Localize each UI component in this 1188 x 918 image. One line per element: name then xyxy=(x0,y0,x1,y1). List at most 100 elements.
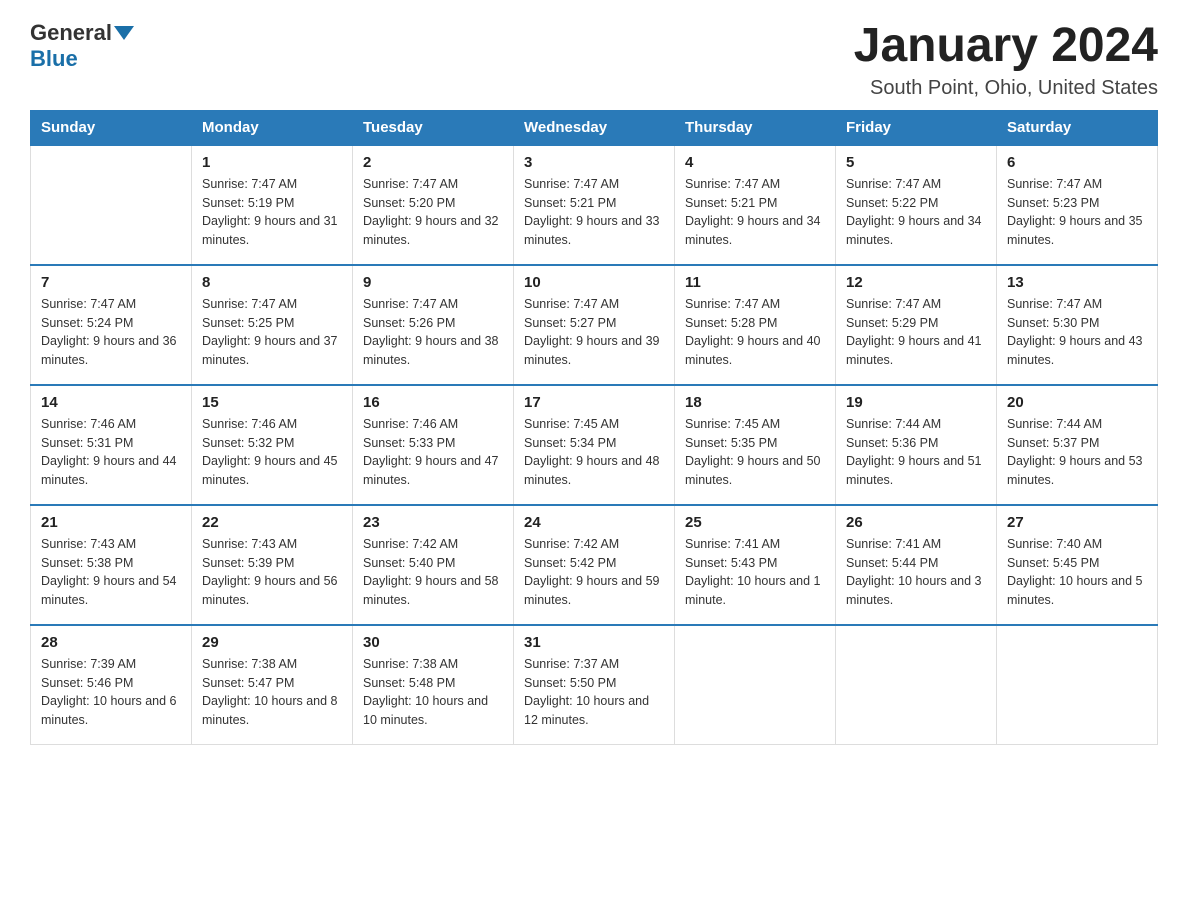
calendar-day-2: 2Sunrise: 7:47 AMSunset: 5:20 PMDaylight… xyxy=(353,145,514,265)
calendar-day-14: 14Sunrise: 7:46 AMSunset: 5:31 PMDayligh… xyxy=(31,385,192,505)
day-number: 24 xyxy=(524,514,664,531)
day-info: Sunrise: 7:46 AMSunset: 5:32 PMDaylight:… xyxy=(202,415,342,490)
day-info: Sunrise: 7:47 AMSunset: 5:29 PMDaylight:… xyxy=(846,295,986,370)
calendar-day-6: 6 Sunrise: 7:47 AMSunset: 5:23 PMDaylight… xyxy=(997,145,1158,265)
day-info: Sunrise: 7:38 AMSunset: 5:48 PMDaylight:… xyxy=(363,655,503,730)
calendar-day-8: 8 Sunrise: 7:47 AMSunset: 5:25 PMDaylight… xyxy=(192,265,353,385)
logo-blue-text: Blue xyxy=(30,46,78,72)
weekday-header-thursday: Thursday xyxy=(675,110,836,145)
day-number: 29 xyxy=(202,634,342,651)
calendar-day-17: 17Sunrise: 7:45 AMSunset: 5:34 PMDayligh… xyxy=(514,385,675,505)
calendar-day-29: 29 Sunrise: 7:38 AMSunset: 5:47 PMDayligh… xyxy=(192,625,353,745)
calendar-day-25: 25 Sunrise: 7:41 AMSunset: 5:43 PMDayligh… xyxy=(675,505,836,625)
day-info: Sunrise: 7:47 AMSunset: 5:21 PMDaylight:… xyxy=(524,175,664,250)
day-number: 23 xyxy=(363,514,503,531)
day-info: Sunrise: 7:47 AMSunset: 5:25 PMDaylight:… xyxy=(202,295,342,370)
calendar-day-27: 27 Sunrise: 7:40 AMSunset: 5:45 PMDayligh… xyxy=(997,505,1158,625)
day-info: Sunrise: 7:42 AMSunset: 5:42 PMDaylight:… xyxy=(524,535,664,610)
calendar-day-5: 5 Sunrise: 7:47 AMSunset: 5:22 PMDaylight… xyxy=(836,145,997,265)
day-number: 21 xyxy=(41,514,181,531)
day-number: 13 xyxy=(1007,274,1147,291)
day-info: Sunrise: 7:47 AMSunset: 5:28 PMDaylight:… xyxy=(685,295,825,370)
calendar-day-18: 18 Sunrise: 7:45 AMSunset: 5:35 PMDayligh… xyxy=(675,385,836,505)
day-info: Sunrise: 7:44 AMSunset: 5:37 PMDaylight:… xyxy=(1007,415,1147,490)
day-number: 15 xyxy=(202,394,342,411)
day-info: Sunrise: 7:45 AMSunset: 5:35 PMDaylight:… xyxy=(685,415,825,490)
day-info: Sunrise: 7:45 AMSunset: 5:34 PMDaylight:… xyxy=(524,415,664,490)
day-info: Sunrise: 7:41 AMSunset: 5:43 PMDaylight:… xyxy=(685,535,825,610)
day-info: Sunrise: 7:37 AMSunset: 5:50 PMDaylight:… xyxy=(524,655,664,730)
day-info: Sunrise: 7:47 AMSunset: 5:23 PMDaylight:… xyxy=(1007,175,1147,250)
day-number: 20 xyxy=(1007,394,1147,411)
day-info: Sunrise: 7:38 AMSunset: 5:47 PMDaylight:… xyxy=(202,655,342,730)
calendar-day-15: 15 Sunrise: 7:46 AMSunset: 5:32 PMDayligh… xyxy=(192,385,353,505)
day-info: Sunrise: 7:42 AMSunset: 5:40 PMDaylight:… xyxy=(363,535,503,610)
logo-arrow-icon xyxy=(114,26,134,40)
calendar-day-11: 11 Sunrise: 7:47 AMSunset: 5:28 PMDayligh… xyxy=(675,265,836,385)
day-info: Sunrise: 7:39 AMSunset: 5:46 PMDaylight:… xyxy=(41,655,181,730)
calendar-day-23: 23 Sunrise: 7:42 AMSunset: 5:40 PMDayligh… xyxy=(353,505,514,625)
weekday-header-sunday: Sunday xyxy=(31,110,192,145)
calendar-day-19: 19 Sunrise: 7:44 AMSunset: 5:36 PMDayligh… xyxy=(836,385,997,505)
day-info: Sunrise: 7:46 AMSunset: 5:31 PMDaylight:… xyxy=(41,415,181,490)
weekday-header-monday: Monday xyxy=(192,110,353,145)
calendar-day-26: 26 Sunrise: 7:41 AMSunset: 5:44 PMDayligh… xyxy=(836,505,997,625)
page-subtitle: South Point, Ohio, United States xyxy=(854,77,1158,100)
logo: General Blue xyxy=(30,20,136,72)
day-number: 16 xyxy=(363,394,503,411)
day-number: 27 xyxy=(1007,514,1147,531)
calendar-empty-cell xyxy=(997,625,1158,745)
weekday-header-saturday: Saturday xyxy=(997,110,1158,145)
calendar-day-3: 3 Sunrise: 7:47 AMSunset: 5:21 PMDaylight… xyxy=(514,145,675,265)
calendar-week-row: 28 Sunrise: 7:39 AMSunset: 5:46 PMDayligh… xyxy=(31,625,1158,745)
day-number: 30 xyxy=(363,634,503,651)
day-number: 4 xyxy=(685,154,825,171)
day-info: Sunrise: 7:40 AMSunset: 5:45 PMDaylight:… xyxy=(1007,535,1147,610)
calendar-empty-cell xyxy=(31,145,192,265)
day-number: 8 xyxy=(202,274,342,291)
day-number: 10 xyxy=(524,274,664,291)
day-info: Sunrise: 7:47 AMSunset: 5:27 PMDaylight:… xyxy=(524,295,664,370)
day-number: 18 xyxy=(685,394,825,411)
day-number: 19 xyxy=(846,394,986,411)
day-number: 7 xyxy=(41,274,181,291)
weekday-header-wednesday: Wednesday xyxy=(514,110,675,145)
calendar-day-10: 10 Sunrise: 7:47 AMSunset: 5:27 PMDayligh… xyxy=(514,265,675,385)
day-number: 26 xyxy=(846,514,986,531)
day-number: 25 xyxy=(685,514,825,531)
calendar-day-28: 28 Sunrise: 7:39 AMSunset: 5:46 PMDayligh… xyxy=(31,625,192,745)
day-number: 9 xyxy=(363,274,503,291)
day-number: 6 xyxy=(1007,154,1147,171)
calendar-empty-cell xyxy=(836,625,997,745)
day-number: 3 xyxy=(524,154,664,171)
calendar-empty-cell xyxy=(675,625,836,745)
day-number: 1 xyxy=(202,154,342,171)
day-info: Sunrise: 7:47 AMSunset: 5:26 PMDaylight:… xyxy=(363,295,503,370)
calendar-day-1: 1 Sunrise: 7:47 AMSunset: 5:19 PMDaylight… xyxy=(192,145,353,265)
day-number: 5 xyxy=(846,154,986,171)
day-info: Sunrise: 7:43 AMSunset: 5:39 PMDaylight:… xyxy=(202,535,342,610)
calendar-day-12: 12Sunrise: 7:47 AMSunset: 5:29 PMDayligh… xyxy=(836,265,997,385)
day-info: Sunrise: 7:47 AMSunset: 5:30 PMDaylight:… xyxy=(1007,295,1147,370)
calendar-header-row: SundayMondayTuesdayWednesdayThursdayFrid… xyxy=(31,110,1158,145)
day-info: Sunrise: 7:44 AMSunset: 5:36 PMDaylight:… xyxy=(846,415,986,490)
calendar-day-13: 13 Sunrise: 7:47 AMSunset: 5:30 PMDayligh… xyxy=(997,265,1158,385)
day-info: Sunrise: 7:47 AMSunset: 5:22 PMDaylight:… xyxy=(846,175,986,250)
calendar-day-31: 31 Sunrise: 7:37 AMSunset: 5:50 PMDayligh… xyxy=(514,625,675,745)
weekday-header-friday: Friday xyxy=(836,110,997,145)
day-number: 11 xyxy=(685,274,825,291)
calendar-day-22: 22Sunrise: 7:43 AMSunset: 5:39 PMDayligh… xyxy=(192,505,353,625)
day-info: Sunrise: 7:47 AMSunset: 5:19 PMDaylight:… xyxy=(202,175,342,250)
weekday-header-tuesday: Tuesday xyxy=(353,110,514,145)
day-number: 31 xyxy=(524,634,664,651)
day-info: Sunrise: 7:46 AMSunset: 5:33 PMDaylight:… xyxy=(363,415,503,490)
day-number: 28 xyxy=(41,634,181,651)
day-info: Sunrise: 7:47 AMSunset: 5:24 PMDaylight:… xyxy=(41,295,181,370)
title-block: January 2024 South Point, Ohio, United S… xyxy=(854,20,1158,100)
day-info: Sunrise: 7:47 AMSunset: 5:20 PMDaylight:… xyxy=(363,175,503,250)
day-info: Sunrise: 7:43 AMSunset: 5:38 PMDaylight:… xyxy=(41,535,181,610)
calendar-day-16: 16 Sunrise: 7:46 AMSunset: 5:33 PMDayligh… xyxy=(353,385,514,505)
day-info: Sunrise: 7:41 AMSunset: 5:44 PMDaylight:… xyxy=(846,535,986,610)
calendar-day-21: 21 Sunrise: 7:43 AMSunset: 5:38 PMDayligh… xyxy=(31,505,192,625)
day-info: Sunrise: 7:47 AMSunset: 5:21 PMDaylight:… xyxy=(685,175,825,250)
